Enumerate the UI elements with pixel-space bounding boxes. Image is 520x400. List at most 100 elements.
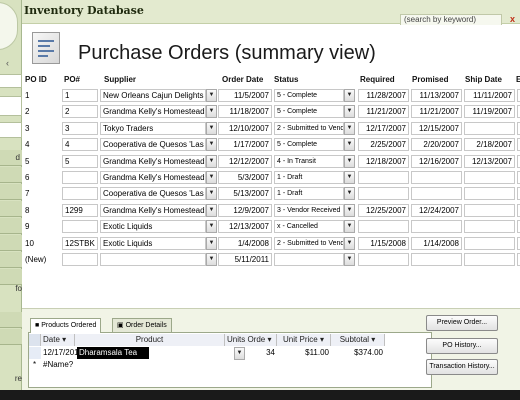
cell-supplier[interactable]: Grandma Kelly's Homestead — [100, 105, 206, 119]
cell-po-id[interactable]: 1 — [25, 90, 59, 101]
cell-ship-date[interactable] — [464, 220, 515, 234]
nav-item[interactable] — [0, 269, 22, 285]
supplier-dropdown-button[interactable]: ▼ — [206, 171, 217, 184]
cell-promised[interactable]: 1/14/2008 — [411, 236, 462, 250]
cell-ship-date[interactable] — [464, 187, 515, 201]
cell-po-number[interactable]: 1299 — [62, 203, 98, 217]
supplier-dropdown-button[interactable]: ▼ — [206, 236, 217, 250]
cell-po-id[interactable]: 7 — [25, 188, 59, 199]
cell-po-id[interactable]: 4 — [25, 139, 59, 150]
column-header-ship-date[interactable]: Ship Date — [465, 73, 502, 87]
cell-promised[interactable]: 11/21/2007 — [411, 105, 462, 119]
nav-item[interactable] — [0, 312, 22, 328]
status-dropdown-button[interactable]: ▼ — [344, 105, 355, 119]
cell-po-number[interactable]: 1 — [62, 89, 98, 102]
cell-order-date[interactable]: 1/4/2008 — [218, 236, 272, 250]
record-selector[interactable] — [29, 347, 41, 359]
supplier-dropdown-button[interactable]: ▼ — [206, 187, 217, 201]
cell-order-date[interactable]: 1/17/2007 — [218, 138, 272, 152]
cell-required[interactable]: 12/25/2007 — [358, 203, 409, 217]
column-header-po-id[interactable]: PO ID — [25, 73, 47, 87]
cell-supplier[interactable]: New Orleans Cajun Delights — [100, 89, 206, 102]
table-row[interactable]: 2 2 Grandma Kelly's Homestead ▼ 11/18/2007 5 … — [22, 104, 520, 120]
cell-status[interactable]: 5 - Complete — [274, 105, 344, 119]
status-dropdown-button[interactable]: ▼ — [344, 171, 355, 184]
cell-po-number[interactable]: 5 — [62, 154, 98, 168]
status-dropdown-button[interactable]: ▼ — [344, 121, 355, 135]
table-row[interactable]: (New) ▼ 5/11/2011 ▼ — [22, 252, 520, 268]
table-row[interactable]: 44Cooperativa de Quesos 'Las Cabras'▼1/1… — [22, 137, 520, 153]
cell-po-id[interactable]: (New) — [25, 254, 59, 265]
cell-order-date[interactable]: 5/3/2007 — [218, 171, 272, 184]
tab-order-details[interactable]: ▣ Order Details — [112, 318, 172, 332]
table-row[interactable]: 3 3 Tokyo Traders ▼ 12/10/2007 2 - Submitted … — [22, 121, 520, 137]
close-icon[interactable]: x — [510, 14, 515, 24]
status-dropdown-button[interactable]: ▼ — [344, 187, 355, 201]
cell-po-number[interactable] — [62, 220, 98, 234]
cell-supplier[interactable]: Exotic Liquids — [100, 236, 206, 250]
sub-cell-subtotal[interactable]: $374.00 — [331, 347, 385, 359]
status-dropdown-button[interactable]: ▼ — [344, 220, 355, 234]
status-dropdown-button[interactable]: ▼ — [344, 138, 355, 152]
column-header-truncated[interactable]: E — [516, 73, 520, 87]
status-dropdown-button[interactable]: ▼ — [344, 203, 355, 217]
cell-order-date[interactable]: 11/18/2007 — [218, 105, 272, 119]
po-history-button[interactable]: PO History... — [426, 338, 498, 354]
cell-required[interactable]: 11/21/2007 — [358, 105, 409, 119]
cell-order-date[interactable]: 12/10/2007 — [218, 121, 272, 135]
cell-promised[interactable]: 2/20/2007 — [411, 138, 462, 152]
sub-column-header-units[interactable]: Units Orde ▾ — [225, 334, 277, 346]
sub-column-header-subtotal[interactable]: Subtotal ▾ — [331, 334, 385, 346]
sub-cell-units[interactable]: 34 — [225, 347, 277, 359]
cell-ship-date[interactable] — [464, 236, 515, 250]
nav-field-box[interactable] — [0, 122, 22, 138]
cell-required[interactable]: 2/25/2007 — [358, 138, 409, 152]
cell-ship-date[interactable] — [464, 203, 515, 217]
record-selector-header[interactable] — [29, 334, 41, 346]
nav-item-label[interactable]: fo — [0, 284, 22, 293]
cell-ship-date[interactable] — [464, 121, 515, 135]
cell-required[interactable]: 11/28/2007 — [358, 89, 409, 102]
cell-supplier[interactable]: Cooperativa de Quesos 'Las Cabras' — [100, 138, 206, 152]
table-row[interactable]: 9 Exotic Liquids ▼ 12/13/2007 x - Cancelled ▼ — [22, 219, 520, 235]
cell-required[interactable] — [358, 171, 409, 184]
column-header-promised[interactable]: Promised — [412, 73, 448, 87]
collapse-chevron-icon[interactable]: ‹ — [6, 58, 9, 68]
table-row[interactable]: 5 5 Grandma Kelly's Homestead ▼ 12/12/2007 4 … — [22, 154, 520, 170]
cell-order-date[interactable]: 5/11/2011 — [218, 253, 272, 266]
supplier-dropdown-button[interactable]: ▼ — [206, 253, 217, 266]
cell-supplier[interactable]: Cooperativa de Quesos 'Las Cabras' — [100, 187, 206, 201]
sub-cell-product[interactable]: Dharamsala Tea — [77, 347, 149, 359]
cell-ship-date[interactable]: 2/18/2007 — [464, 138, 515, 152]
cell-po-number[interactable] — [62, 253, 98, 266]
nav-filter-box[interactable] — [0, 96, 22, 116]
cell-po-number[interactable] — [62, 171, 98, 184]
nav-item[interactable] — [0, 218, 22, 234]
supplier-dropdown-button[interactable]: ▼ — [206, 220, 217, 234]
status-dropdown-button[interactable]: ▼ — [344, 154, 355, 168]
cell-required[interactable]: 12/17/2007 — [358, 121, 409, 135]
cell-status[interactable]: 3 - Vendor Received — [274, 203, 344, 217]
nav-search-box[interactable] — [0, 74, 22, 88]
nav-item[interactable] — [0, 167, 22, 183]
cell-po-number[interactable]: 12STBK — [62, 236, 98, 250]
cell-supplier[interactable]: Tokyo Traders — [100, 121, 206, 135]
transaction-history-button[interactable]: Transaction History... — [426, 359, 498, 375]
table-row[interactable]: 8 1299 Grandma Kelly's Homestead ▼ 12/9/2007… — [22, 203, 520, 219]
cell-required[interactable]: 12/18/2007 — [358, 154, 409, 168]
supplier-dropdown-button[interactable]: ▼ — [206, 105, 217, 119]
cell-promised[interactable] — [411, 253, 462, 266]
cell-required[interactable] — [358, 220, 409, 234]
cell-supplier[interactable] — [100, 253, 206, 266]
cell-required[interactable]: 1/15/2008 — [358, 236, 409, 250]
cell-po-id[interactable]: 5 — [25, 156, 59, 167]
cell-status[interactable]: 4 - In Transit — [274, 154, 344, 168]
status-dropdown-button[interactable]: ▼ — [344, 236, 355, 250]
cell-order-date[interactable]: 12/13/2007 — [218, 220, 272, 234]
sub-column-header-date[interactable]: Date ▾ — [41, 334, 75, 346]
column-header-supplier[interactable]: Supplier — [104, 73, 136, 87]
nav-item[interactable] — [0, 235, 22, 251]
nav-item-label[interactable]: re — [0, 374, 22, 383]
cell-required[interactable] — [358, 187, 409, 201]
nav-item[interactable] — [0, 184, 22, 200]
